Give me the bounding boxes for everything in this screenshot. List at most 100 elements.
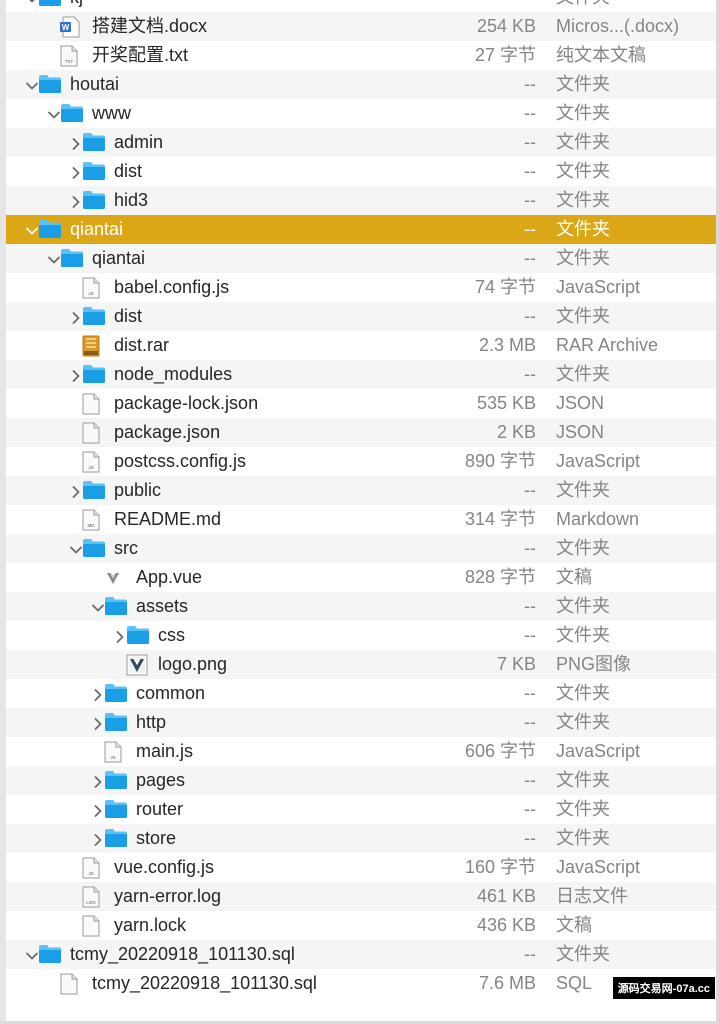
lock-file-icon [82, 915, 104, 937]
item-name: postcss.config.js [114, 451, 247, 471]
item-size: -- [524, 683, 536, 703]
item-name: tcmy_20220918_101130.sql [92, 973, 317, 993]
item-name: kj [70, 0, 83, 12]
svg-text:LOG: LOG [86, 900, 96, 905]
file-row[interactable]: tcmy_20220918_101130.sql 7.6 MB SQL [0, 969, 719, 998]
folder-row[interactable]: qiantai -- 文件夹 [0, 215, 719, 244]
folder-row[interactable]: tcmy_20220918_101130.sql -- 文件夹 [0, 940, 719, 969]
disclosure-open-icon[interactable] [25, 940, 39, 969]
item-size: 2.3 MB [478, 335, 536, 355]
sql-file-icon [60, 973, 82, 995]
folder-row[interactable]: houtai -- 文件夹 [0, 70, 719, 99]
file-row[interactable]: JS babel.config.js 74 字节 JavaScript [0, 273, 719, 302]
item-size: 461 KB [476, 886, 536, 906]
folder-row[interactable]: css -- 文件夹 [0, 621, 719, 650]
item-size: 7.6 MB [478, 973, 536, 993]
folder-icon [104, 799, 127, 819]
item-kind: 文件夹 [556, 190, 610, 210]
folder-row[interactable]: router -- 文件夹 [0, 795, 719, 824]
folder-row[interactable]: admin -- 文件夹 [0, 128, 719, 157]
disclosure-closed-icon[interactable] [91, 708, 105, 737]
item-size: -- [524, 364, 536, 384]
folder-icon [38, 74, 61, 94]
item-size: -- [524, 248, 536, 268]
file-row[interactable]: logo.png 7 KB PNG图像 [0, 650, 719, 679]
item-name: assets [136, 596, 189, 616]
file-row[interactable]: W 搭建文档.docx 254 KB Micros...(.docx) [0, 12, 719, 41]
item-kind: 文件夹 [556, 596, 610, 616]
item-kind: 文件夹 [556, 712, 610, 732]
item-kind: 文件夹 [556, 480, 610, 500]
disclosure-closed-icon[interactable] [69, 157, 83, 186]
folder-row[interactable]: www -- 文件夹 [0, 99, 719, 128]
item-name: public [114, 480, 162, 500]
disclosure-closed-icon[interactable] [91, 824, 105, 853]
disclosure-closed-icon[interactable] [91, 795, 105, 824]
disclosure-closed-icon[interactable] [69, 186, 83, 215]
item-kind: Markdown [556, 509, 640, 529]
file-row[interactable]: LOG yarn-error.log 461 KB 日志文件 [0, 882, 719, 911]
folder-icon [104, 683, 127, 703]
folder-icon [104, 712, 127, 732]
file-row[interactable]: MD README.md 314 字节 Markdown [0, 505, 719, 534]
disclosure-closed-icon[interactable] [113, 621, 127, 650]
folder-row[interactable]: node_modules -- 文件夹 [0, 360, 719, 389]
file-row[interactable]: yarn.lock 436 KB 文稿 [0, 911, 719, 940]
disclosure-closed-icon[interactable] [69, 476, 83, 505]
folder-row[interactable]: public -- 文件夹 [0, 476, 719, 505]
disclosure-closed-icon[interactable] [69, 302, 83, 331]
png-image-icon [126, 654, 148, 676]
folder-icon [82, 364, 105, 384]
folder-row[interactable]: qiantai -- 文件夹 [0, 244, 719, 273]
folder-row[interactable]: dist -- 文件夹 [0, 302, 719, 331]
folder-icon [82, 161, 105, 181]
folder-row[interactable]: store -- 文件夹 [0, 824, 719, 853]
item-kind: JavaScript [556, 857, 641, 877]
file-row[interactable]: JS vue.config.js 160 字节 JavaScript [0, 853, 719, 882]
item-name: houtai [70, 74, 120, 94]
file-row[interactable]: JS main.js 606 字节 JavaScript [0, 737, 719, 766]
svg-text:JS: JS [88, 465, 93, 470]
folder-icon [104, 828, 127, 848]
disclosure-open-icon[interactable] [69, 534, 83, 563]
folder-row[interactable]: http -- 文件夹 [0, 708, 719, 737]
item-size: -- [524, 625, 536, 645]
folder-row[interactable]: hid3 -- 文件夹 [0, 186, 719, 215]
disclosure-open-icon[interactable] [47, 244, 61, 273]
folder-row[interactable]: kj -- 文件夹 [0, 0, 719, 12]
disclosure-closed-icon[interactable] [91, 766, 105, 795]
disclosure-open-icon[interactable] [91, 592, 105, 621]
folder-icon [60, 248, 83, 268]
file-row[interactable]: App.vue 828 字节 文稿 [0, 563, 719, 592]
disclosure-open-icon[interactable] [25, 215, 39, 244]
item-kind: JavaScript [556, 451, 641, 471]
disclosure-open-icon[interactable] [25, 0, 39, 12]
folder-row[interactable]: common -- 文件夹 [0, 679, 719, 708]
folder-icon [38, 0, 61, 7]
disclosure-open-icon[interactable] [25, 70, 39, 99]
disclosure-closed-icon[interactable] [91, 679, 105, 708]
disclosure-closed-icon[interactable] [69, 360, 83, 389]
item-name: store [136, 828, 177, 848]
item-size: -- [524, 74, 536, 94]
item-size: -- [524, 306, 536, 326]
item-size: -- [524, 712, 536, 732]
folder-row[interactable]: src -- 文件夹 [0, 534, 719, 563]
folder-icon [104, 596, 127, 616]
disclosure-closed-icon[interactable] [69, 128, 83, 157]
folder-row[interactable]: pages -- 文件夹 [0, 766, 719, 795]
file-row[interactable]: JS postcss.config.js 890 字节 JavaScript [0, 447, 719, 476]
file-row[interactable]: TXT 开奖配置.txt 27 字节 纯文本文稿 [0, 41, 719, 70]
item-size: 828 字节 [464, 567, 536, 587]
item-size: -- [524, 190, 536, 210]
file-row[interactable]: dist.rar 2.3 MB RAR Archive [0, 331, 719, 360]
item-name: hid3 [114, 190, 149, 210]
file-row[interactable]: package-lock.json 535 KB JSON [0, 389, 719, 418]
item-name: babel.config.js [114, 277, 230, 297]
item-name: App.vue [136, 567, 203, 587]
disclosure-open-icon[interactable] [47, 99, 61, 128]
folder-row[interactable]: assets -- 文件夹 [0, 592, 719, 621]
item-size: 254 KB [476, 16, 536, 36]
file-row[interactable]: package.json 2 KB JSON [0, 418, 719, 447]
folder-row[interactable]: dist -- 文件夹 [0, 157, 719, 186]
